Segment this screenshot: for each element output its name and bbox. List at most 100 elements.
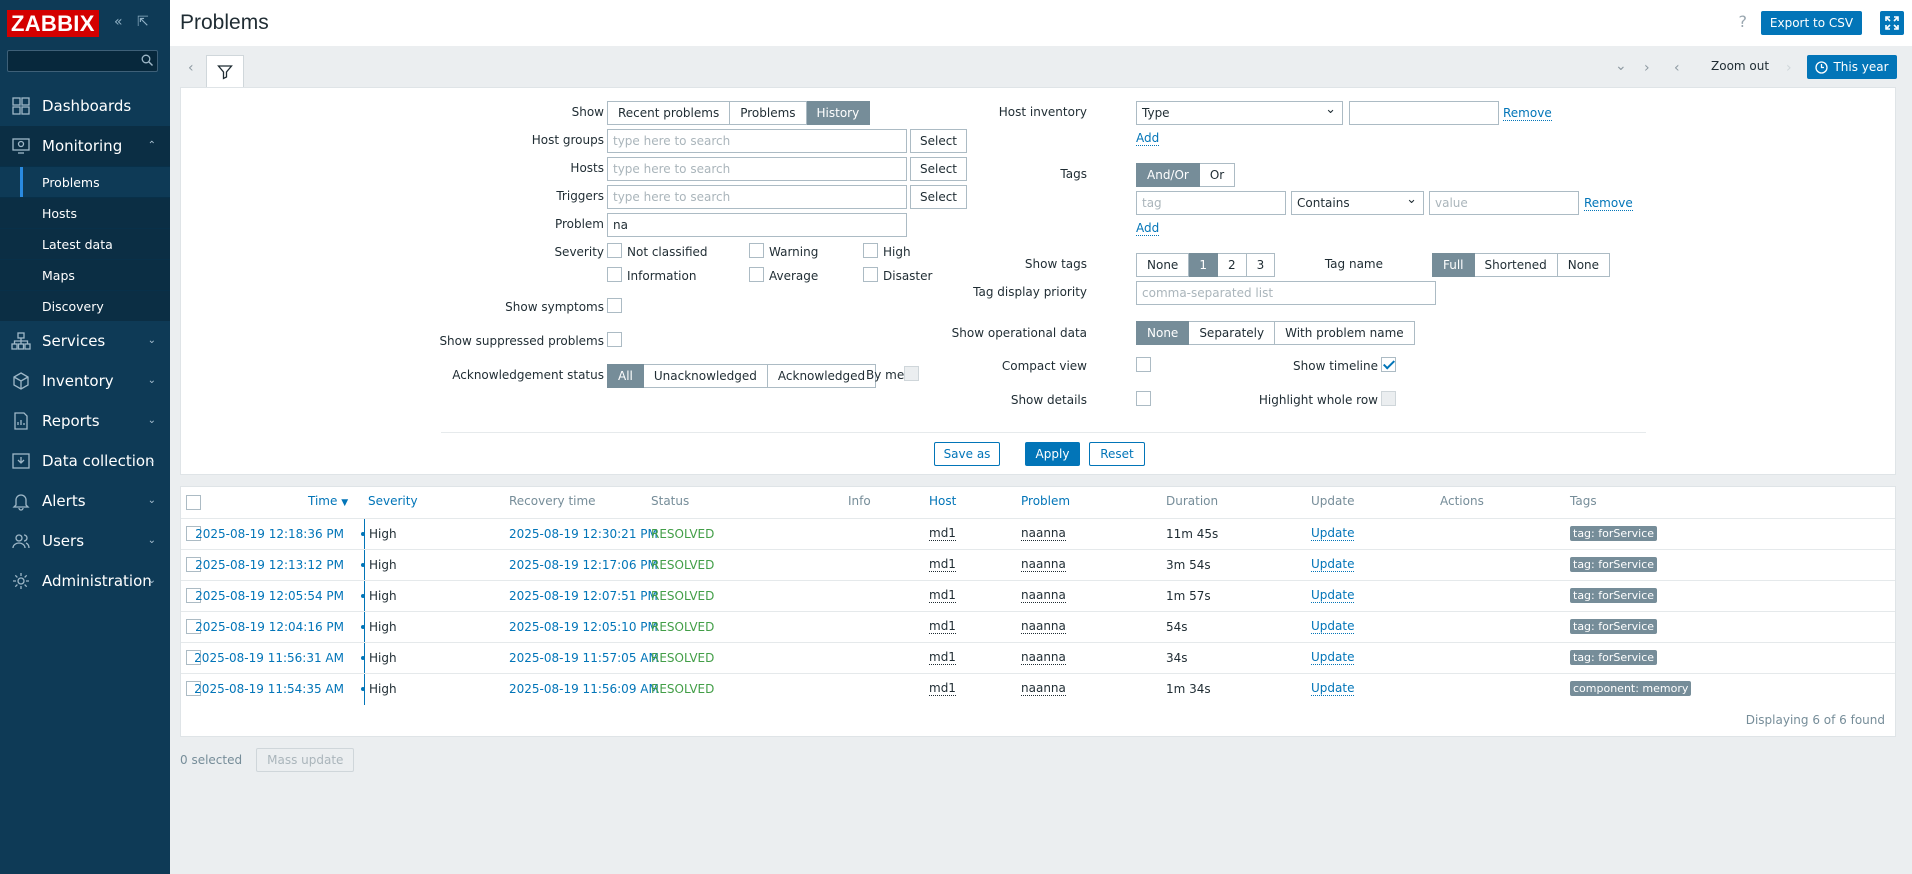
submenu-maps[interactable]: Maps <box>0 259 170 290</box>
submenu-latest-data[interactable]: Latest data <box>0 228 170 259</box>
tag-operator-select[interactable]: Contains <box>1291 189 1424 215</box>
time-link[interactable]: 2025-08-19 12:05:54 PM <box>195 589 344 603</box>
problem-input[interactable]: na <box>607 213 907 237</box>
time-link[interactable]: 2025-08-19 11:54:35 AM <box>194 682 344 696</box>
inventory-field-select[interactable]: Type <box>1136 99 1343 125</box>
recovery-time-link[interactable]: 2025-08-19 12:30:21 PM <box>509 527 658 541</box>
host-link[interactable]: md1 <box>929 527 956 541</box>
opdata-with-problem-name[interactable]: With problem name <box>1275 321 1415 345</box>
search-icon[interactable] <box>141 54 153 66</box>
update-link[interactable]: Update <box>1311 651 1355 665</box>
problem-link[interactable]: naanna <box>1021 651 1066 665</box>
compact-view-checkbox[interactable] <box>1136 357 1151 372</box>
host-groups-input[interactable]: type here to search <box>607 129 907 153</box>
update-link[interactable]: Update <box>1311 558 1355 572</box>
filter-tab[interactable] <box>206 55 244 88</box>
triggers-select-button[interactable]: Select <box>910 185 967 209</box>
export-csv-button[interactable]: Export to CSV <box>1761 11 1862 35</box>
opdata-separately[interactable]: Separately <box>1189 321 1276 345</box>
severity-not-classified-checkbox[interactable] <box>607 243 622 258</box>
menu-monitoring[interactable]: Monitoring ⌃ <box>0 126 170 166</box>
menu-services[interactable]: Services ⌄ <box>0 321 170 361</box>
recovery-time-link[interactable]: 2025-08-19 12:05:10 PM <box>509 620 658 634</box>
tag-badge[interactable]: tag: forService <box>1570 526 1658 541</box>
severity-average-checkbox[interactable] <box>749 267 764 282</box>
update-link[interactable]: Update <box>1311 682 1355 696</box>
collapse-sidebar-icon[interactable]: « <box>114 14 123 30</box>
ack-all[interactable]: All <box>607 364 644 388</box>
show-details-checkbox[interactable] <box>1136 391 1151 406</box>
hosts-select-button[interactable]: Select <box>910 157 967 181</box>
inventory-remove-link[interactable]: Remove <box>1503 106 1552 121</box>
chevron-down-icon[interactable]: ⌄ <box>1615 58 1627 74</box>
ack-acknowledged[interactable]: Acknowledged <box>767 364 877 388</box>
tag-badge[interactable]: tag: forService <box>1570 557 1658 572</box>
tag-badge[interactable]: tag: forService <box>1570 650 1658 665</box>
tags-or[interactable]: Or <box>1199 163 1236 187</box>
menu-alerts[interactable]: Alerts ⌄ <box>0 481 170 521</box>
show-symptoms-checkbox[interactable] <box>607 298 622 313</box>
triggers-input[interactable]: type here to search <box>607 185 907 209</box>
submenu-problems[interactable]: Problems <box>0 166 170 198</box>
update-link[interactable]: Update <box>1311 620 1355 634</box>
problem-link[interactable]: naanna <box>1021 682 1066 696</box>
sidebar-search-input[interactable] <box>7 50 158 72</box>
reset-button[interactable]: Reset <box>1089 442 1145 466</box>
time-link[interactable]: 2025-08-19 12:13:12 PM <box>195 558 344 572</box>
header-time[interactable]: Time ▼ <box>308 494 348 508</box>
menu-administration[interactable]: Administration ⌄ <box>0 561 170 601</box>
show-tags-1[interactable]: 1 <box>1189 253 1218 277</box>
zabbix-logo[interactable]: ZABBIX <box>7 10 99 37</box>
header-problem[interactable]: Problem <box>1021 494 1070 508</box>
save-as-button[interactable]: Save as <box>934 442 1000 466</box>
inventory-value-input[interactable] <box>1349 101 1499 125</box>
show-history[interactable]: History <box>806 101 871 125</box>
apply-button[interactable]: Apply <box>1025 442 1080 466</box>
menu-reports[interactable]: Reports ⌄ <box>0 401 170 441</box>
time-link[interactable]: 2025-08-19 11:56:31 AM <box>194 651 344 665</box>
problem-link[interactable]: naanna <box>1021 558 1066 572</box>
show-tags-none[interactable]: None <box>1136 253 1190 277</box>
recovery-time-link[interactable]: 2025-08-19 11:56:09 AM <box>509 682 659 696</box>
tag-badge[interactable]: component: memory <box>1570 681 1692 696</box>
tag-badge[interactable]: tag: forService <box>1570 619 1658 634</box>
severity-warning-checkbox[interactable] <box>749 243 764 258</box>
submenu-hosts[interactable]: Hosts <box>0 197 170 228</box>
tags-and-or[interactable]: And/Or <box>1136 163 1200 187</box>
recovery-time-link[interactable]: 2025-08-19 11:57:05 AM <box>509 651 659 665</box>
header-host[interactable]: Host <box>929 494 956 508</box>
tag-badge[interactable]: tag: forService <box>1570 588 1658 603</box>
severity-high-checkbox[interactable] <box>863 243 878 258</box>
show-recent-problems[interactable]: Recent problems <box>607 101 731 125</box>
chevron-left-icon[interactable]: ‹ <box>188 60 194 76</box>
tag-add-link[interactable]: Add <box>1136 221 1160 236</box>
show-tags-2[interactable]: 2 <box>1217 253 1247 277</box>
host-link[interactable]: md1 <box>929 620 956 634</box>
submenu-discovery[interactable]: Discovery <box>0 290 170 321</box>
problem-link[interactable]: naanna <box>1021 527 1066 541</box>
host-groups-select-button[interactable]: Select <box>910 129 967 153</box>
problem-link[interactable]: naanna <box>1021 589 1066 603</box>
tag-remove-link[interactable]: Remove <box>1584 196 1633 211</box>
update-link[interactable]: Update <box>1311 527 1355 541</box>
severity-information-checkbox[interactable] <box>607 267 622 282</box>
header-severity[interactable]: Severity <box>368 494 418 508</box>
show-problems[interactable]: Problems <box>730 101 807 125</box>
tag-name-input[interactable]: tag <box>1136 191 1286 215</box>
kiosk-mode-icon[interactable]: ⇱ <box>137 14 149 30</box>
host-link[interactable]: md1 <box>929 558 956 572</box>
update-link[interactable]: Update <box>1311 589 1355 603</box>
show-tags-3[interactable]: 3 <box>1246 253 1276 277</box>
time-period-tab[interactable]: This year <box>1807 55 1897 79</box>
help-icon[interactable]: ? <box>1739 12 1748 31</box>
menu-inventory[interactable]: Inventory ⌄ <box>0 361 170 401</box>
ack-unacknowledged[interactable]: Unacknowledged <box>643 364 768 388</box>
recovery-time-link[interactable]: 2025-08-19 12:07:51 PM <box>509 589 658 603</box>
tag-name-full[interactable]: Full <box>1432 253 1475 277</box>
chevron-right-icon[interactable]: › <box>1644 60 1650 76</box>
chevron-left-icon[interactable]: ‹ <box>1674 60 1680 76</box>
host-link[interactable]: md1 <box>929 682 956 696</box>
tag-value-input[interactable]: value <box>1429 191 1579 215</box>
opdata-none[interactable]: None <box>1136 321 1190 345</box>
select-all-checkbox[interactable] <box>186 495 201 510</box>
